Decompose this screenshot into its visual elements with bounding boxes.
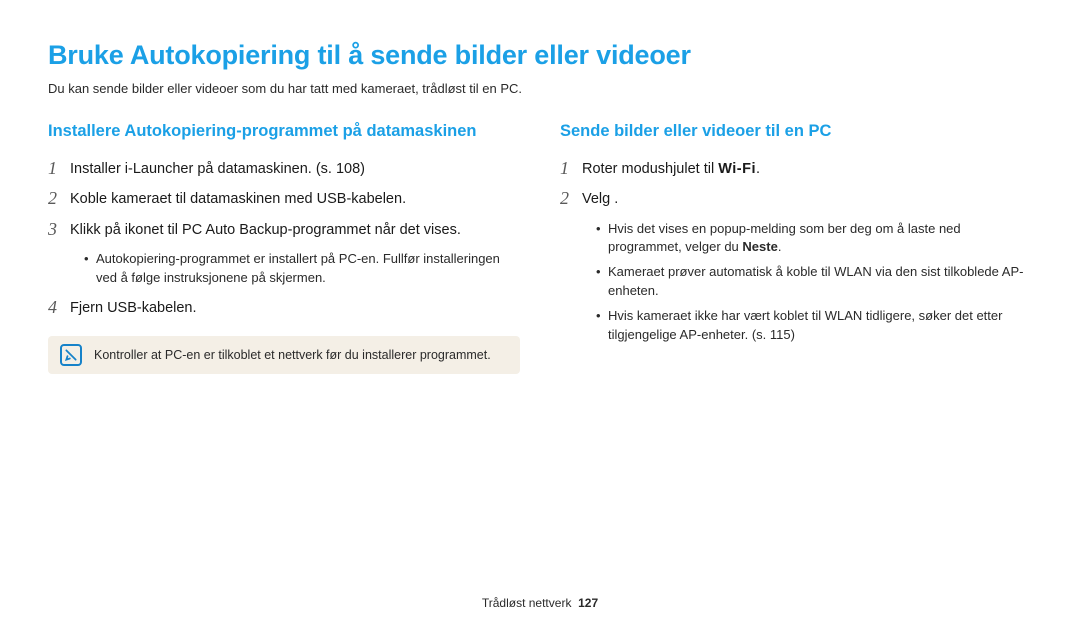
step-text: Velg . [582, 189, 618, 209]
page-number: 127 [578, 596, 598, 610]
step-text-fragment: . [756, 161, 760, 177]
left-column: Installere Autokopiering-programmet på d… [48, 122, 520, 374]
right-heading: Sende bilder eller videoer til en PC [560, 122, 1032, 141]
step-number: 1 [560, 159, 582, 179]
wifi-label: Wi-Fi [718, 161, 756, 177]
step-number: 2 [560, 189, 582, 209]
step-text: Installer i-Launcher på datamaskinen. (s… [70, 159, 365, 179]
step-number: 1 [48, 159, 70, 179]
sub-item: Hvis det vises en popup-melding som ber … [596, 220, 1032, 258]
two-column-layout: Installere Autokopiering-programmet på d… [48, 122, 1032, 374]
sub-item: Hvis kameraet ikke har vært koblet til W… [596, 307, 1032, 345]
step-text: Klikk på ikonet til PC Auto Backup-progr… [70, 220, 461, 240]
sub-text: Hvis det vises en popup-melding som ber … [608, 221, 961, 255]
left-heading: Installere Autokopiering-programmet på d… [48, 122, 520, 141]
sub-list: Hvis det vises en popup-melding som ber … [560, 220, 1032, 345]
note-callout: Kontroller at PC-en er tilkoblet et nett… [48, 336, 520, 374]
manual-page: Bruke Autokopiering til å sende bilder e… [0, 0, 1080, 630]
step-number: 3 [48, 220, 70, 240]
sub-item: Autokopiering-programmet er installert p… [84, 250, 520, 288]
page-title: Bruke Autokopiering til å sende bilder e… [48, 40, 1032, 71]
step-row: 2 Velg . [560, 189, 1032, 209]
step-text: Fjern USB-kabelen. [70, 298, 197, 318]
footer-label: Trådløst nettverk [482, 596, 572, 610]
intro-text: Du kan sende bilder eller videoer som du… [48, 81, 1032, 96]
step-row: 1 Roter modushjulet til Wi-Fi. [560, 159, 1032, 179]
sub-item: Kameraet prøver automatisk å koble til W… [596, 263, 1032, 301]
step-row: 3 Klikk på ikonet til PC Auto Backup-pro… [48, 220, 520, 240]
note-icon [60, 344, 82, 366]
step-row: 4 Fjern USB-kabelen. [48, 298, 520, 318]
step-text: Roter modushjulet til Wi-Fi. [582, 159, 760, 179]
sub-list: Autokopiering-programmet er installert p… [48, 250, 520, 288]
sub-text: . [778, 239, 782, 254]
step-text: Koble kameraet til datamaskinen med USB-… [70, 189, 406, 209]
right-column: Sende bilder eller videoer til en PC 1 R… [560, 122, 1032, 374]
step-number: 4 [48, 298, 70, 318]
page-footer: Trådløst nettverk 127 [0, 596, 1080, 610]
note-text: Kontroller at PC-en er tilkoblet et nett… [94, 348, 491, 362]
sub-bold: Neste [742, 239, 777, 254]
step-row: 1 Installer i-Launcher på datamaskinen. … [48, 159, 520, 179]
step-row: 2 Koble kameraet til datamaskinen med US… [48, 189, 520, 209]
step-number: 2 [48, 189, 70, 209]
step-text-fragment: Roter modushjulet til [582, 161, 718, 177]
